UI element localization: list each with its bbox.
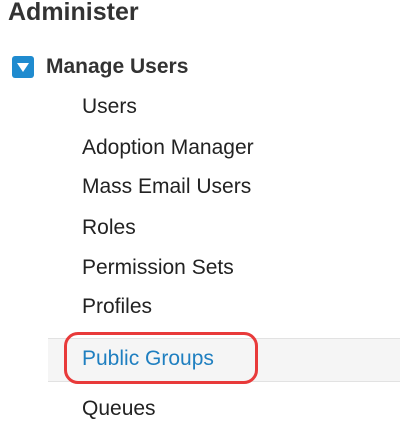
manage-users-group[interactable]: Manage Users	[12, 52, 188, 82]
menu-item-mass-email-users[interactable]: Mass Email Users	[82, 172, 251, 202]
expand-toggle[interactable]	[12, 56, 34, 78]
group-label: Manage Users	[46, 55, 189, 78]
menu-item-public-groups[interactable]: Public Groups	[82, 344, 214, 374]
menu-item-queues[interactable]: Queues	[82, 394, 156, 424]
menu-item-profiles[interactable]: Profiles	[82, 292, 152, 322]
menu-item-roles[interactable]: Roles	[82, 213, 136, 243]
section-title: Administer	[8, 0, 139, 26]
triangle-down-icon	[17, 62, 29, 72]
menu-item-users[interactable]: Users	[82, 92, 137, 122]
menu-item-adoption-manager[interactable]: Adoption Manager	[82, 133, 254, 163]
menu-item-permission-sets[interactable]: Permission Sets	[82, 253, 234, 283]
